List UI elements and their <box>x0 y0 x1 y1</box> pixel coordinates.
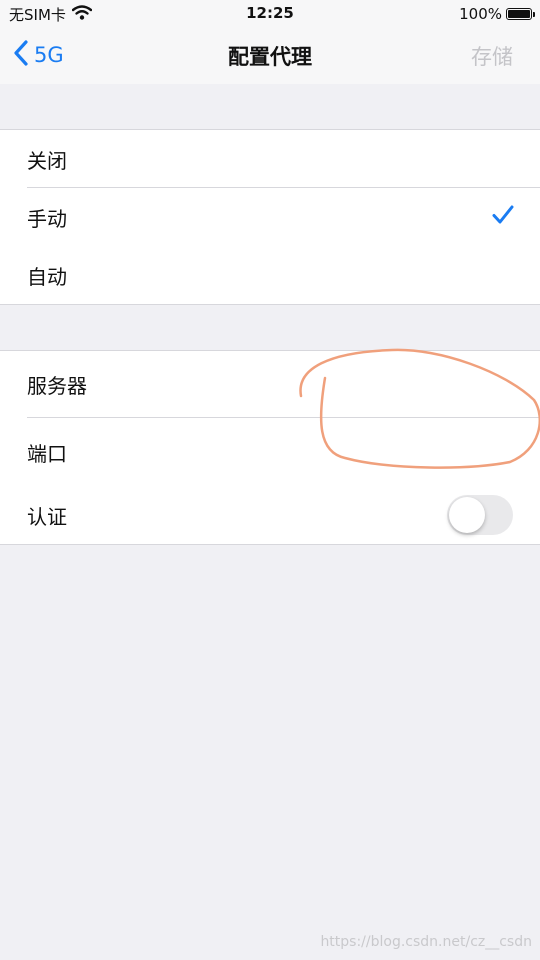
watermark: https://blog.csdn.net/cz__csdn <box>320 934 532 950</box>
proxy-mode-group: 关闭 手动 自动 <box>0 129 540 305</box>
server-row[interactable]: 服务器 <box>0 351 540 418</box>
status-bar: 无SIM卡 12:25 100% <box>0 0 540 28</box>
proxy-mode-auto[interactable]: 自动 <box>0 246 540 304</box>
battery-icon <box>506 8 535 20</box>
page-title: 配置代理 <box>228 45 312 69</box>
proxy-mode-manual[interactable]: 手动 <box>0 188 540 246</box>
auth-row: 认证 <box>0 486 540 544</box>
port-label: 端口 <box>27 441 67 466</box>
proxy-mode-label: 手动 <box>27 206 67 231</box>
auth-toggle[interactable] <box>447 495 513 535</box>
checkmark-icon <box>492 205 514 230</box>
auth-label: 认证 <box>27 504 67 529</box>
battery-status: 100% <box>459 5 535 23</box>
port-row[interactable]: 端口 <box>0 418 540 486</box>
proxy-mode-label: 自动 <box>27 264 67 289</box>
save-button[interactable]: 存储 <box>471 41 513 71</box>
navigation-bar: 5G 配置代理 存储 <box>0 28 540 84</box>
battery-level-fill <box>508 10 530 18</box>
proxy-mode-off[interactable]: 关闭 <box>0 130 540 188</box>
battery-percent: 100% <box>459 5 502 23</box>
toggle-knob <box>449 497 485 533</box>
server-label: 服务器 <box>27 374 87 398</box>
proxy-mode-label: 关闭 <box>27 148 67 173</box>
manual-proxy-group: 服务器 端口 认证 <box>0 350 540 545</box>
